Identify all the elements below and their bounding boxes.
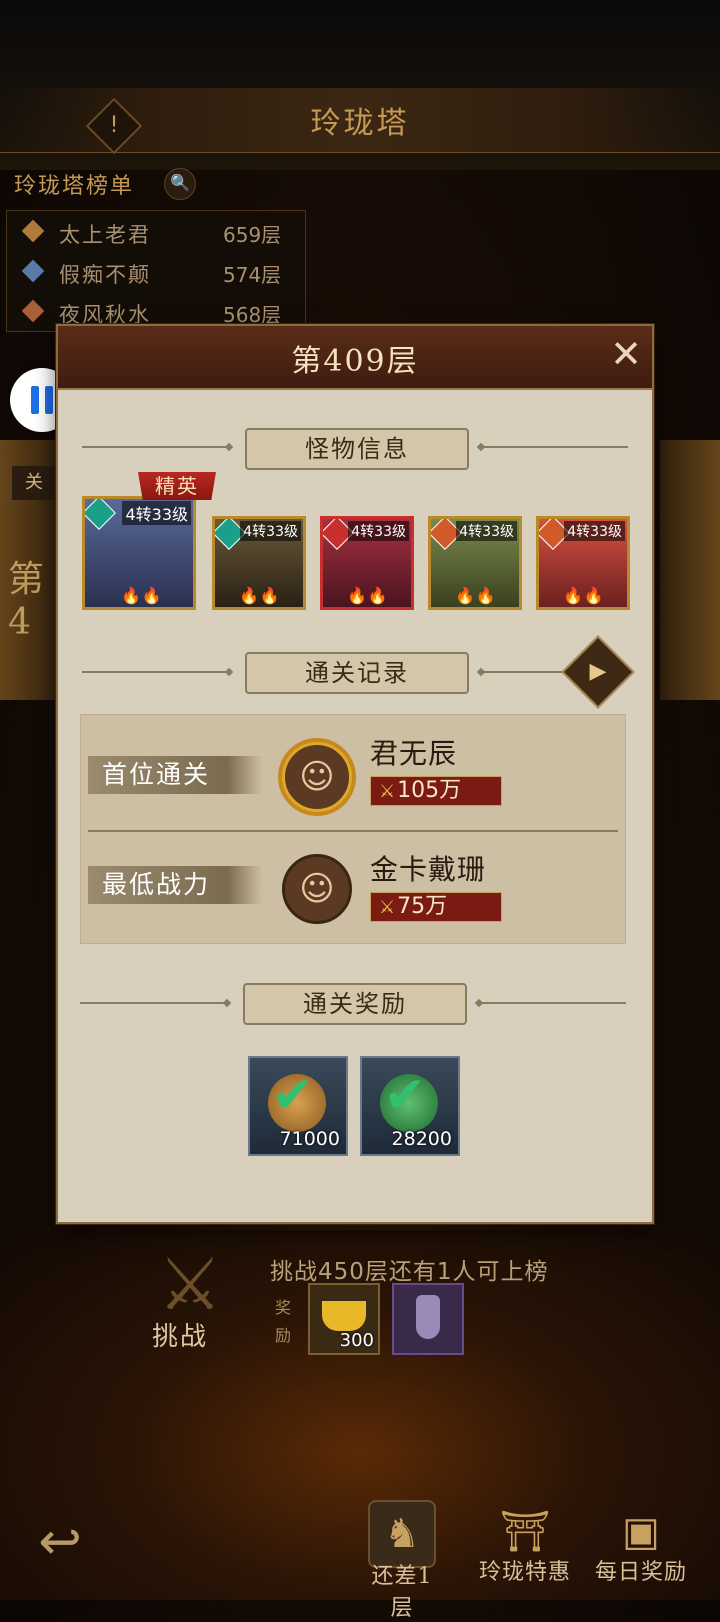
- divider: [80, 1002, 228, 1004]
- divider-dot: [224, 442, 234, 452]
- pause-icon: [31, 386, 39, 414]
- gold-ingot-reward[interactable]: 300: [308, 1283, 380, 1355]
- monster-card[interactable]: 4转33级 🔥🔥: [212, 516, 306, 610]
- monster-level: 4转33级: [240, 521, 301, 541]
- video-icon: ▶: [589, 659, 607, 684]
- vase-icon: [416, 1295, 440, 1339]
- claimed-check-icon: ✔: [272, 1066, 314, 1124]
- close-icon[interactable]: ✕: [606, 334, 646, 374]
- first-clear-player-name: 君无辰: [370, 737, 458, 770]
- rank-1-icon: [21, 219, 45, 243]
- challenge-button[interactable]: 挑战: [152, 1316, 208, 1353]
- nav-daily-rewards[interactable]: ▣ 每日奖励: [586, 1500, 696, 1586]
- reward-amount: 71000: [279, 1128, 340, 1150]
- divider-dot: [476, 442, 486, 452]
- divider: [82, 671, 230, 673]
- modal-header: 第409层 ✕: [58, 326, 652, 390]
- element-icon: [85, 499, 116, 530]
- claimed-check-icon: ✔: [384, 1066, 426, 1124]
- avatar[interactable]: ☺: [282, 854, 352, 924]
- monster-card[interactable]: 4转33级 🔥🔥: [82, 496, 196, 610]
- jade-orb-reward[interactable]: ✔ 28200: [360, 1056, 460, 1156]
- monster-level: 4转33级: [564, 521, 625, 541]
- leaderboard-floor: 574层: [223, 263, 282, 287]
- monster-level: 4转33级: [456, 521, 517, 541]
- leaderboard-title: 玲珑塔榜单: [14, 174, 135, 199]
- divider-dot: [476, 667, 486, 677]
- monster-level: 4转33级: [122, 501, 191, 525]
- pause-icon-bar: [45, 386, 53, 414]
- side-tab[interactable]: 关: [12, 466, 56, 500]
- tower-floor-banner-right: [660, 440, 720, 700]
- monster-stars: 🔥🔥: [563, 586, 605, 605]
- sword-icon: ⚔: [379, 897, 396, 918]
- divider: [82, 446, 230, 448]
- monster-level: 4转33级: [348, 521, 409, 541]
- nav-remaining[interactable]: ♞ 还差1层: [362, 1500, 442, 1622]
- divider: [480, 446, 628, 448]
- monster-stars: 🔥🔥: [239, 586, 281, 605]
- clear-reward-heading: 通关奖励: [243, 983, 467, 1025]
- leaderboard-panel[interactable]: 太上老君 659层 假痴不颠 574层 夜风秋水 568层: [6, 210, 306, 332]
- reward-amount: 300: [339, 1330, 374, 1351]
- back-arrow-icon[interactable]: ↩: [22, 1504, 98, 1580]
- reward-amount: 28200: [391, 1128, 452, 1150]
- rank-3-icon: [21, 299, 45, 323]
- page-title: 玲珑塔: [310, 106, 410, 141]
- nav-label: 每日奖励: [594, 1560, 687, 1585]
- avatar[interactable]: ☺: [282, 742, 352, 812]
- leaderboard-name: 假痴不颠: [59, 263, 151, 287]
- copper-coin-reward[interactable]: ✔ 71000: [248, 1056, 348, 1156]
- leaderboard-row: 太上老君 659层: [17, 215, 297, 251]
- clear-record-box: [80, 714, 626, 944]
- monster-stars: 🔥🔥: [455, 586, 497, 605]
- monster-card[interactable]: 4转33级 🔥🔥: [320, 516, 414, 610]
- nav-label: 玲珑特惠: [478, 1560, 571, 1585]
- monster-card[interactable]: 4转33级 🔥🔥: [428, 516, 522, 610]
- leaderboard-name: 太上老君: [59, 223, 151, 247]
- gold-ingot-icon: [322, 1301, 366, 1331]
- nav-label: 还差1层: [371, 1564, 433, 1621]
- monster-stars: 🔥🔥: [347, 586, 389, 605]
- first-clear-label: 首位通关: [88, 756, 262, 794]
- divider: [480, 671, 570, 673]
- clear-record-heading: 通关记录: [245, 652, 469, 694]
- lowest-power-label: 最低战力: [88, 866, 262, 904]
- leaderboard-floor: 659层: [223, 223, 282, 247]
- vase-reward[interactable]: [392, 1283, 464, 1355]
- leaderboard-row: 假痴不颠 574层: [17, 255, 297, 291]
- monster-info-heading: 怪物信息: [245, 428, 469, 470]
- lowest-power-value: ⚔75万: [370, 892, 502, 922]
- search-icon[interactable]: 🔍: [164, 168, 196, 200]
- lowest-power-player-name: 金卡戴珊: [370, 853, 487, 886]
- record-divider: [88, 830, 618, 832]
- monster-stars: 🔥🔥: [121, 586, 163, 605]
- elite-badge: 精英: [138, 472, 216, 500]
- rank-2-icon: [21, 259, 45, 283]
- divider: [478, 1002, 626, 1004]
- first-clear-power: ⚔105万: [370, 776, 502, 806]
- divider-dot: [224, 667, 234, 677]
- nav-tower-deals[interactable]: ⛩ 玲珑特惠: [470, 1500, 580, 1586]
- modal-title: 第409层: [291, 344, 419, 379]
- crossed-swords-icon[interactable]: ⚔: [140, 1244, 240, 1324]
- reward-tag: 奖励: [274, 1298, 291, 1345]
- challenge-info: 挑战450层还有1人可上榜: [270, 1259, 549, 1285]
- monster-card[interactable]: 4转33级 🔥🔥: [536, 516, 630, 610]
- sword-icon: ⚔: [379, 781, 396, 802]
